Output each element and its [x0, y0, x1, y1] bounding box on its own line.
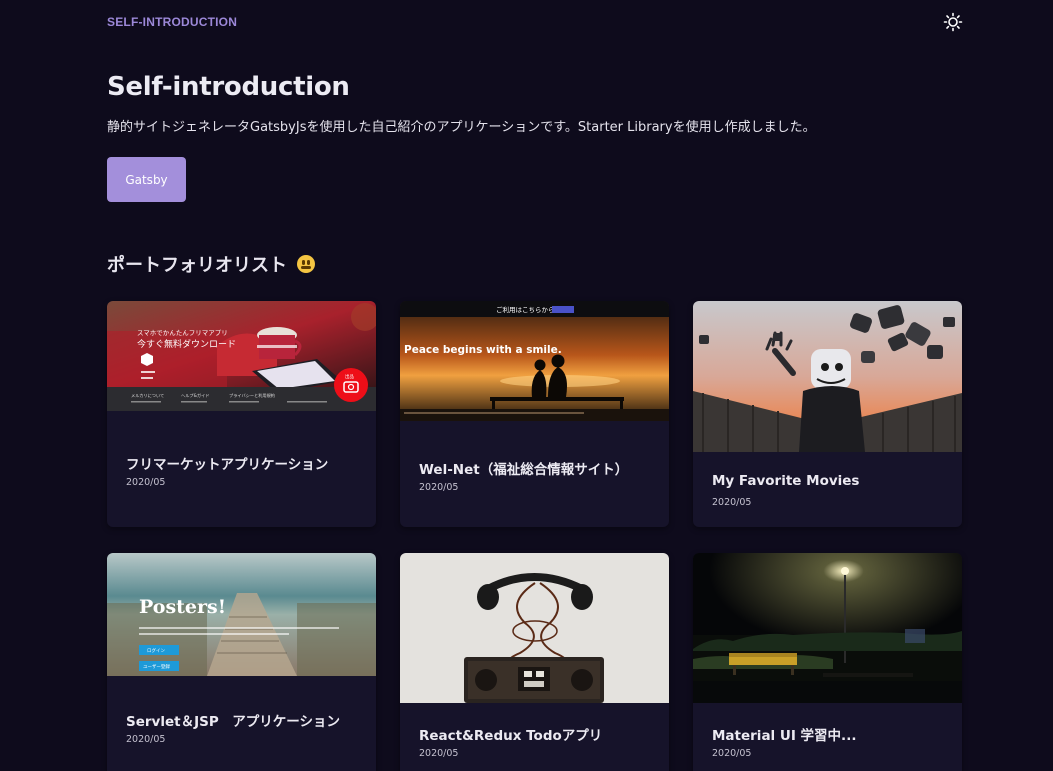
card-title: Material UI 学習中...	[712, 728, 857, 744]
flea-market-thumbnail: スマホでかんたんフリマアプリ 今すぐ無料ダウンロード メルカリについて ヘルプ&…	[107, 301, 376, 411]
sun-icon	[943, 12, 963, 32]
portfolio-card-material-ui[interactable]: Material UI 学習中... 2020/05	[693, 553, 962, 771]
card-title: Servlet＆JSP アプリケーション	[126, 714, 340, 730]
portfolio-card-flea-market[interactable]: スマホでかんたんフリマアプリ 今すぐ無料ダウンロード メルカリについて ヘルプ&…	[107, 301, 376, 527]
card-title: My Favorite Movies	[712, 473, 860, 489]
flea-headline-2: 今すぐ無料ダウンロード	[137, 338, 236, 350]
card-title: フリマーケットアプリケーション	[126, 457, 329, 473]
flea-footer-2: ヘルプ&ガイド	[181, 392, 209, 399]
card-date: 2020/05	[419, 748, 459, 759]
favorite-movies-thumbnail	[693, 301, 962, 452]
theme-toggle-button[interactable]	[943, 12, 963, 32]
react-redux-todo-thumbnail	[400, 553, 669, 703]
top-bar: SELF-INTRODUCTION	[107, 12, 963, 32]
portfolio-card-favorite-movies[interactable]: My Favorite Movies 2020/05	[693, 301, 962, 527]
portfolio-section-title: ポートフォリオリスト	[107, 251, 315, 277]
gatsby-button[interactable]: Gatsby	[107, 157, 186, 202]
portfolio-title-text: ポートフォリオリスト	[107, 255, 287, 276]
welnet-top-text: ご利用はこちらから	[496, 305, 555, 314]
flea-sell-label: 出品	[345, 373, 354, 380]
card-date: 2020/05	[712, 497, 752, 508]
portfolio-card-welnet[interactable]: ご利用はこちらから Peace begins with a smile. Wel…	[400, 301, 669, 527]
welnet-thumbnail: ご利用はこちらから Peace begins with a smile.	[400, 301, 669, 421]
posters-btn-2: ユーザー登録	[143, 663, 170, 670]
welnet-overlay: Peace begins with a smile.	[404, 344, 562, 356]
brand-link[interactable]: SELF-INTRODUCTION	[107, 15, 237, 29]
card-date: 2020/05	[126, 734, 166, 745]
card-title: React&Redux Todoアプリ	[419, 728, 603, 744]
page-title: Self-introduction	[107, 72, 350, 102]
posters-title: Posters!	[139, 596, 226, 618]
servlet-jsp-thumbnail: Posters! ログイン ユーザー登録	[107, 553, 376, 676]
portfolio-card-servlet-jsp[interactable]: Posters! ログイン ユーザー登録 Servlet＆JSP アプリケーショ…	[107, 553, 376, 771]
card-date: 2020/05	[126, 477, 166, 488]
card-date: 2020/05	[419, 482, 459, 493]
flea-headline-1: スマホでかんたんフリマアプリ	[137, 329, 228, 337]
hero-description: 静的サイトジェネレータGatsbyJsを使用した自己紹介のアプリケーションです。…	[107, 120, 816, 135]
flea-footer-3: プライバシーと利用規約	[229, 392, 275, 399]
posters-btn-1: ログイン	[147, 647, 165, 654]
card-title: Wel-Net（福祉総合情報サイト）	[419, 462, 629, 478]
grimacing-face-emoji-icon	[297, 255, 315, 273]
portfolio-card-react-redux-todo[interactable]: React&Redux Todoアプリ 2020/05	[400, 553, 669, 771]
card-date: 2020/05	[712, 748, 752, 759]
material-ui-thumbnail	[693, 553, 962, 703]
